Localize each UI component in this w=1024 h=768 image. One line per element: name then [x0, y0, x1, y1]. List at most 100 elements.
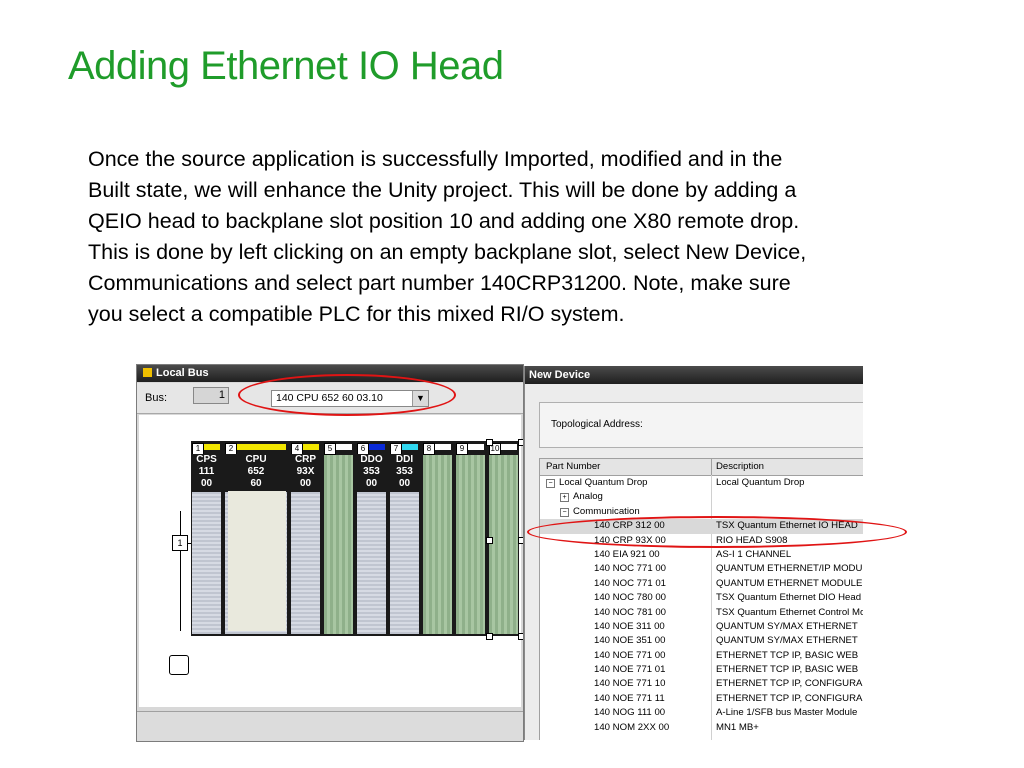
part-number-text: 140 NOE 771 10	[594, 678, 666, 690]
bus-node[interactable]: 1	[172, 535, 188, 551]
catalog-row[interactable]: 140 NOC 780 00 TSX Quantum Ethernet DIO H…	[540, 591, 863, 605]
slot-number: 8	[423, 443, 435, 455]
module-label-line: 353	[363, 466, 380, 477]
module-label-line: 93X	[296, 466, 315, 477]
part-number-cell: 140 NOE 351 00	[594, 634, 665, 648]
description-cell: Local Quantum Drop	[716, 477, 805, 488]
module-body	[456, 455, 485, 634]
part-number-text: 140 NOG 111 00	[594, 707, 666, 719]
selection-handle[interactable]	[486, 633, 493, 640]
module-label-line: 00	[365, 478, 378, 489]
part-number-text: 140 NOE 311 00	[594, 620, 665, 632]
description-cell: QUANTUM ETHERNET MODULE	[716, 577, 863, 589]
catalog-row[interactable]: 140 NOM 2XX 00 MN1 MB+	[540, 721, 863, 735]
catalog-row[interactable]: 140 NOE 771 11 ETHERNET TCP IP, CONFIGURA	[540, 692, 863, 706]
catalog-row[interactable]: 140 NOE 311 00 QUANTUM SY/MAX ETHERNET	[540, 620, 863, 634]
part-number-cell: 140 NOC 771 00	[594, 562, 666, 576]
description-cell: A-Line 1/SFB bus Master Module	[716, 707, 858, 719]
description-header[interactable]: Description	[716, 461, 764, 472]
rack-slot-4[interactable]: 4 CRP 93X 00	[290, 441, 321, 636]
part-number-text: Analog	[573, 491, 603, 503]
catalog-tree: − Local Quantum Drop Local Quantum Drop + An…	[540, 476, 863, 735]
rack-canvas: 1 1 CPS 111 00 2 CPU 652 60 4 CRP 93X 00 5 6 DDO 353 00 7…	[139, 415, 523, 707]
rack-slot-7[interactable]: 7 DDI 353 00	[389, 441, 420, 636]
catalog-row[interactable]: 140 EIA 921 00 AS-I 1 CHANNEL	[540, 548, 863, 562]
description-cell: ETHERNET TCP IP, BASIC WEB	[716, 649, 859, 661]
module-label: CPU 652 60	[224, 454, 288, 492]
selection-handle[interactable]	[486, 537, 493, 544]
description-cell: QUANTUM SY/MAX ETHERNET	[716, 635, 858, 647]
part-number-header[interactable]: Part Number	[546, 461, 600, 472]
module-label-line: CPS	[196, 454, 217, 465]
module-label-line: 60	[250, 478, 262, 489]
part-number-cell: − Local Quantum Drop	[546, 476, 648, 490]
collapse-icon[interactable]: −	[546, 479, 555, 488]
slide-title: Adding Ethernet IO Head	[68, 44, 504, 88]
module-body	[423, 455, 452, 634]
catalog-row[interactable]: + Analog	[540, 490, 863, 504]
description-cell: QUANTUM ETHERNET/IP MODU	[716, 563, 863, 575]
slot-color-bar	[501, 444, 517, 450]
body-line: Once the source application is successfu…	[88, 147, 783, 171]
rack-slot-6[interactable]: 6 DDO 353 00	[356, 441, 387, 636]
catalog-row[interactable]: 140 NOG 111 00 A-Line 1/SFB bus Master Mo…	[540, 706, 863, 720]
rack-slot-2[interactable]: 2 CPU 652 60	[224, 441, 288, 636]
description-cell: QUANTUM SY/MAX ETHERNET	[716, 620, 858, 632]
highlight-ellipse-cpu	[238, 374, 456, 416]
part-number-text: 140 NOC 781 00	[594, 606, 666, 618]
description-cell: ETHERNET TCP IP, CONFIGURA	[716, 678, 863, 690]
part-number-text: 140 NOC 780 00	[594, 592, 666, 604]
description-cell: TSX Quantum Ethernet DIO Head	[716, 592, 862, 604]
module-label-line: 00	[299, 478, 312, 489]
local-bus-footer	[137, 711, 523, 741]
catalog-row[interactable]: 140 NOC 771 00 QUANTUM ETHERNET/IP MODU	[540, 562, 863, 576]
module-label-line: CPU	[245, 454, 267, 465]
rack-slot-8[interactable]: 8	[422, 441, 453, 636]
module-label-line: CRP	[294, 454, 317, 465]
rack-slot-9[interactable]: 9	[455, 441, 486, 636]
part-number-cell: 140 NOE 771 11	[594, 692, 665, 706]
rack-slot-1[interactable]: 1 CPS 111 00	[191, 441, 222, 636]
bus-end-node[interactable]	[169, 655, 189, 675]
catalog-row[interactable]: 140 NOC 781 00 TSX Quantum Ethernet Contr…	[540, 606, 863, 620]
selection-handle[interactable]	[486, 439, 493, 446]
catalog-header: Part Number Description	[540, 459, 863, 476]
part-number-text: 140 NOE 771 11	[594, 692, 665, 704]
catalog-row[interactable]: 140 NOE 771 10 ETHERNET TCP IP, CONFIGURA	[540, 677, 863, 691]
local-bus-window: Local Bus Bus: 1 140 CPU 652 60 03.10 ▼ …	[136, 364, 524, 742]
module-label-line: 00	[398, 478, 411, 489]
module-label-line: 00	[200, 478, 213, 489]
part-number-text: 140 NOM 2XX 00	[594, 721, 670, 733]
bus-icon	[143, 368, 152, 377]
catalog-row[interactable]: 140 NOE 771 01 ETHERNET TCP IP, BASIC WEB	[540, 663, 863, 677]
slot-color-bar	[468, 444, 484, 450]
slot-color-bar	[237, 444, 286, 450]
module-label-line: 652	[247, 466, 265, 477]
catalog-row[interactable]: 140 NOE 771 00 ETHERNET TCP IP, BASIC WEB	[540, 649, 863, 663]
description-cell: ETHERNET TCP IP, CONFIGURA	[716, 692, 863, 704]
part-number-cell: 140 NOE 771 00	[594, 649, 665, 663]
topological-address-panel: Topological Address:	[539, 402, 863, 448]
module-label-line: DDO	[360, 454, 383, 465]
new-device-window: New Device Topological Address: Part Num…	[524, 366, 863, 740]
rack-slot-5[interactable]: 5	[323, 441, 354, 636]
module-label-line: 111	[198, 466, 215, 477]
part-number-cell: 140 NOE 771 10	[594, 677, 665, 691]
module-label: CPS 111 00	[191, 454, 222, 492]
catalog-row[interactable]: 140 NOE 351 00 QUANTUM SY/MAX ETHERNET	[540, 634, 863, 648]
part-number-cell: 140 EIA 921 00	[594, 548, 660, 562]
part-number-cell: 140 NOC 771 01	[594, 577, 666, 591]
part-number-cell: + Analog	[560, 490, 603, 504]
part-number-cell: 140 NOC 780 00	[594, 591, 666, 605]
cpu-front-panel	[228, 491, 286, 631]
bus-number-field[interactable]: 1	[193, 387, 229, 404]
catalog-row[interactable]: − Local Quantum Drop Local Quantum Drop	[540, 476, 863, 490]
expand-icon[interactable]: +	[560, 493, 569, 503]
highlight-ellipse-crp	[527, 516, 907, 548]
catalog-row[interactable]: 140 NOC 771 01 QUANTUM ETHERNET MODULE	[540, 577, 863, 591]
part-number-cell: 140 NOM 2XX 00	[594, 721, 669, 735]
module-label: DDO 353 00	[356, 454, 387, 492]
slot-color-bar	[303, 444, 319, 450]
body-line: Built state, we will enhance the Unity p…	[88, 178, 797, 202]
collapse-icon[interactable]: −	[560, 507, 569, 517]
